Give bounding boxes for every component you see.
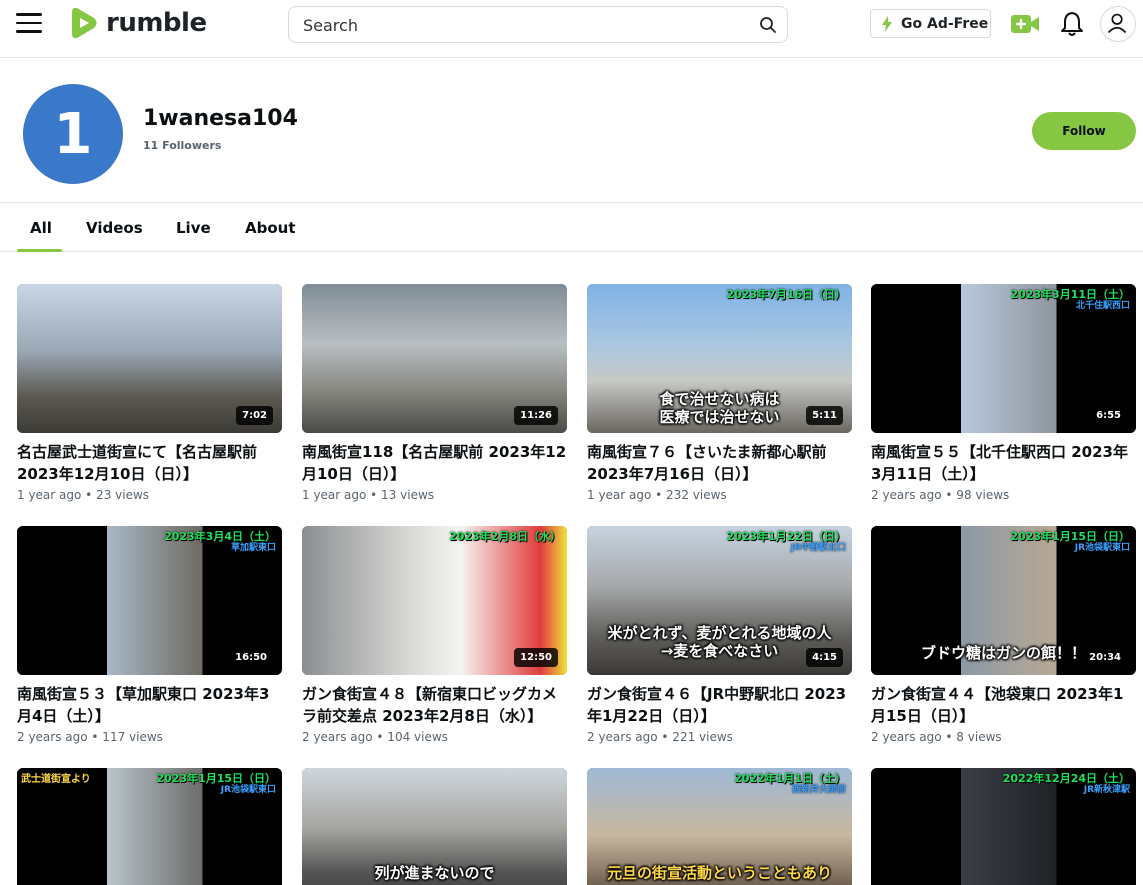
go-ad-free-label: Go Ad-Free (901, 15, 989, 32)
video-thumbnail[interactable]: 2023年2月8日（水） 12:50 (302, 526, 567, 675)
thumbnail-place-text: JR新秋津駅 (1083, 785, 1130, 795)
tab-all[interactable]: All (30, 219, 52, 237)
video-title[interactable]: ガン食街宣４６【JR中野駅北口 2023年1月22日（日）】 (587, 683, 852, 727)
video-title[interactable]: ガン食街宣４４【池袋東口 2023年1月15日（日）】 (871, 683, 1136, 727)
follow-button[interactable]: Follow (1032, 112, 1136, 150)
video-thumbnail[interactable]: 2023年1月22日（日） JR中野駅北口 米がとれず、麦がとれる地域の人 →麦を食… (587, 526, 852, 675)
thumbnail-caption-text: 元旦の街宣活動ということもあり (606, 864, 832, 882)
video-meta: 1 year ago • 23 views (17, 488, 150, 502)
video-meta: 1 year ago • 232 views (587, 488, 727, 502)
video-duration-badge: 11:26 (514, 406, 558, 425)
rumble-logo-icon (72, 7, 97, 39)
video-title[interactable]: 名古屋武士道街宣にて【名古屋駅前 2023年12月10日（日）】 (17, 441, 282, 485)
video-title[interactable]: 南風街宣５５【北千住駅西口 2023年3月11日（土）】 (871, 441, 1136, 485)
video-meta: 2 years ago • 8 views (871, 730, 1002, 744)
video-thumbnail[interactable]: 2022年12月24日（土） JR新秋津駅 (871, 768, 1136, 885)
video-thumbnail[interactable]: 2023年1月15日（日） JR池袋駅東口 ブドウ糖はガンの餌！！ 20:34 (871, 526, 1136, 675)
video-thumbnail[interactable]: 7:02 (17, 284, 282, 433)
video-duration-badge: 16:50 (229, 648, 273, 667)
thumbnail-place-text: 西新井大師前 (791, 785, 846, 795)
video-thumbnail[interactable]: 2023年3月4日（土） 草加駅東口 16:50 (17, 526, 282, 675)
thumbnail-place-text: 草加駅東口 (230, 543, 276, 553)
video-duration-badge: 7:02 (236, 406, 273, 425)
video-title[interactable]: 南風街宣７６【さいたま新都心駅前 2023年7月16日（日）】 (587, 441, 852, 485)
search-icon[interactable] (759, 16, 777, 34)
lightning-icon (882, 15, 892, 32)
video-meta: 2 years ago • 104 views (302, 730, 448, 744)
video-title[interactable]: 南風街宣118【名古屋駅前 2023年12月10日（日）】 (302, 441, 567, 485)
go-ad-free-button[interactable]: Go Ad-Free (870, 9, 991, 38)
video-thumbnail[interactable]: 2023年3月11日（土） 北千住駅西口 6:55 (871, 284, 1136, 433)
video-meta: 2 years ago • 98 views (871, 488, 1010, 502)
channel-header: 1 1wanesa104 11 Followers Follow (0, 59, 1143, 203)
video-duration-badge: 12:50 (514, 648, 558, 667)
user-account-icon[interactable] (1100, 6, 1136, 42)
video-duration-badge: 6:55 (1090, 406, 1127, 425)
channel-avatar[interactable]: 1 (23, 84, 123, 184)
channel-name: 1wanesa104 (143, 106, 298, 131)
video-thumbnail[interactable]: 列が進まないので (302, 768, 567, 885)
top-bar: rumble Go Ad-Free (0, 0, 1143, 58)
thumbnail-place-text: JR中野駅北口 (790, 543, 846, 553)
video-meta: 2 years ago • 117 views (17, 730, 163, 744)
thumbnail-place-text: 北千住駅西口 (1075, 301, 1130, 311)
thumbnail-corner-text: 武士道街宣より (21, 774, 91, 785)
video-duration-badge: 4:15 (806, 648, 843, 667)
video-meta: 1 year ago • 13 views (302, 488, 435, 502)
tab-videos[interactable]: Videos (86, 219, 143, 237)
channel-followers: 11 Followers (143, 139, 222, 152)
thumbnail-caption-text: 列が進まないので (374, 864, 495, 882)
logo-text: rumble (106, 8, 207, 38)
thumbnail-date-text: 2023年2月8日（水） (449, 530, 561, 543)
video-title[interactable]: 南風街宣５３【草加駅東口 2023年3月4日（土）】 (17, 683, 282, 727)
search-input[interactable] (303, 13, 743, 37)
video-duration-badge: 20:34 (1083, 648, 1127, 667)
menu-icon[interactable] (16, 13, 42, 35)
tab-live[interactable]: Live (176, 219, 211, 237)
tab-about[interactable]: About (245, 219, 296, 237)
video-meta: 2 years ago • 221 views (587, 730, 733, 744)
thumbnail-place-text: JR池袋駅東口 (1074, 543, 1130, 553)
video-title[interactable]: ガン食街宣４８【新宿東口ビッグカメラ前交差点 2023年2月8日（水）】 (302, 683, 567, 727)
search-box[interactable] (288, 6, 788, 43)
thumbnail-date-text: 2023年7月16日（日） (726, 288, 846, 301)
channel-tabs: All Videos Live About (0, 204, 1143, 252)
video-thumbnail[interactable]: 11:26 (302, 284, 567, 433)
video-thumbnail[interactable]: 2022年1月1日（土） 西新井大師前 元旦の街宣活動ということもあり (587, 768, 852, 885)
video-thumbnail[interactable]: 武士道街宣より 2023年1月15日（日） JR池袋駅東口 (17, 768, 282, 885)
video-thumbnail[interactable]: 2023年7月16日（日） 食で治せない病は 医療では治せない 5:11 (587, 284, 852, 433)
video-duration-badge: 5:11 (806, 406, 843, 425)
rumble-logo[interactable]: rumble (68, 6, 207, 40)
active-tab-indicator (17, 249, 62, 252)
thumbnail-place-text: JR池袋駅東口 (220, 785, 276, 795)
upload-video-icon[interactable] (1011, 14, 1040, 34)
notifications-bell-icon[interactable] (1060, 11, 1084, 37)
